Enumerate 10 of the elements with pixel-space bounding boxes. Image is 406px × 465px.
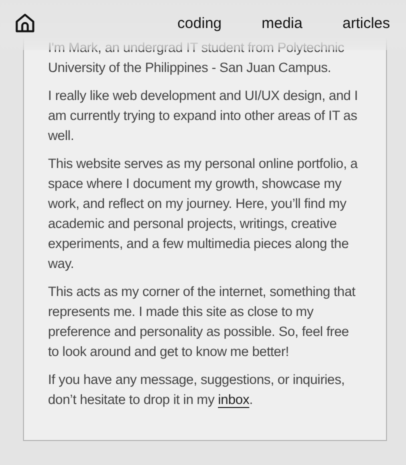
nav-link[interactable]: coding: [177, 14, 222, 32]
nav-link[interactable]: articles: [342, 14, 390, 32]
paragraph: I'm Mark, an undergrad IT student from Polytechnic University of the Philippines - San Juan Campus.: [48, 39, 346, 77]
inbox-link[interactable]: inbox: [218, 392, 250, 407]
paragraph: This website serves as my personal online portfolio, a space where I document my growth, showcase my work, and reflect on my journey. Here, you’ll find my academic and personal projects, writings, creative experiments, and a few multimedia pieces along the way.: [48, 155, 359, 273]
paragraph: I really like web development and UI/UX design, and I am currently trying to expand into other areas of IT as well.: [48, 87, 359, 145]
home-icon[interactable]: [14, 12, 36, 34]
paragraph: This acts as my corner of the internet, something that represents me. I made this site as close to my preference and personality as possible. So, feel free to look around and get to know me better!: [48, 283, 356, 361]
paragraph: If you have any message, suggestions, or inquiries, don’t hesitate to drop it in my inbox.: [48, 371, 346, 409]
nav-link[interactable]: media: [262, 14, 302, 32]
